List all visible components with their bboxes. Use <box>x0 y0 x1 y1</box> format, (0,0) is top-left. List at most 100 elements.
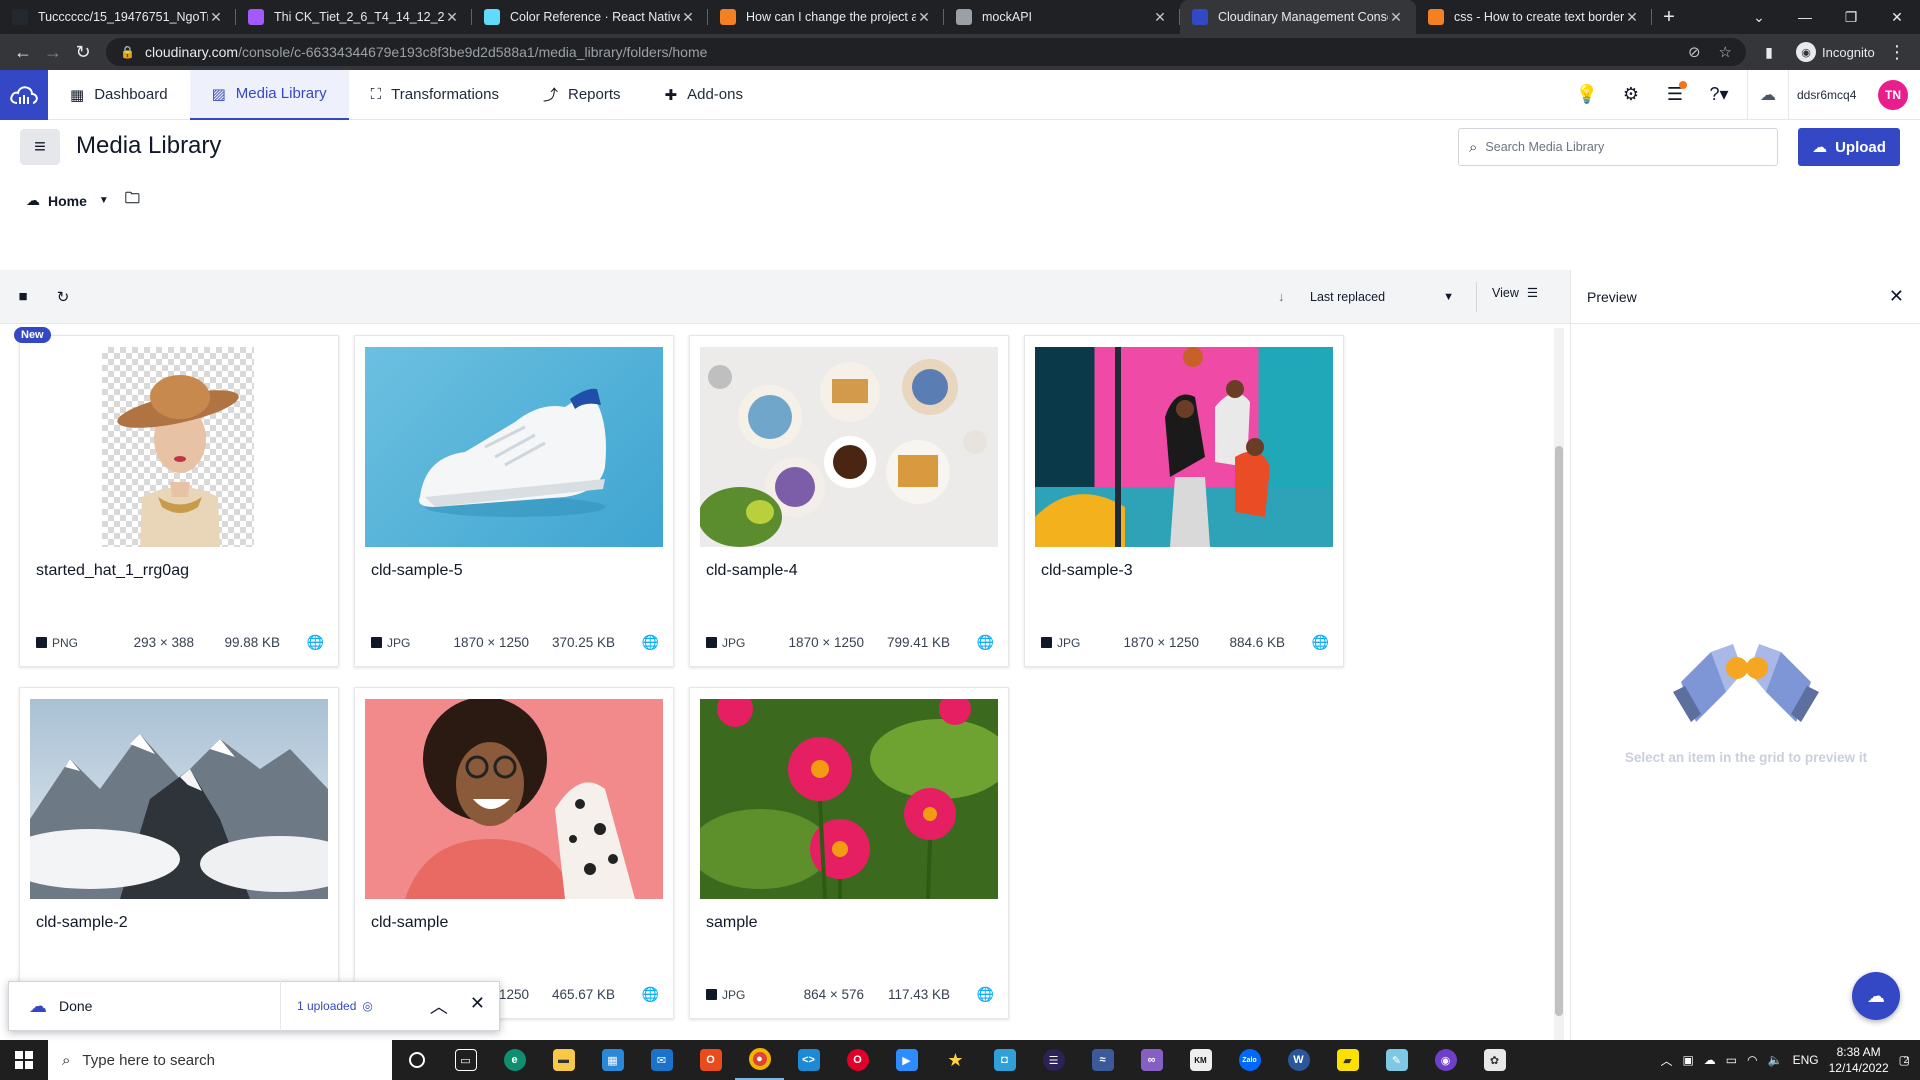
edge-icon[interactable]: e <box>490 1040 539 1080</box>
chevron-up-icon[interactable]: ︿ <box>430 993 448 1019</box>
opera-icon[interactable]: O <box>833 1040 882 1080</box>
cloudinary-logo[interactable] <box>0 69 48 120</box>
browser-tab[interactable]: Thi CK_Tiet_2_6_T4_14_12_22 – ✕ <box>236 0 472 34</box>
star-app-icon[interactable]: ★ <box>931 1040 980 1080</box>
browser-tab[interactable]: Tucccccc/15_19476751_NgoTruc ✕ <box>0 0 236 34</box>
task-view-icon[interactable]: ▭ <box>441 1040 490 1080</box>
minimize-button[interactable]: — <box>1782 9 1828 25</box>
hamburger-menu-button[interactable]: ≡ <box>20 129 60 165</box>
upload-button[interactable]: ☁ Upload <box>1798 128 1900 166</box>
asset-card[interactable]: started_hat_1_rrg0ag PNG 293 × 388 99.88 KB… <box>19 335 339 667</box>
search-input[interactable] <box>1485 140 1756 154</box>
uploaded-count-link[interactable]: 1 uploaded ◎ <box>281 999 373 1013</box>
browser-tab[interactable]: mockAPI ✕ <box>944 0 1180 34</box>
android-studio-icon[interactable]: ◘ <box>980 1040 1029 1080</box>
browser-tab[interactable]: Color Reference · React Native ✕ <box>472 0 708 34</box>
new-tab-button[interactable]: + <box>1652 0 1686 34</box>
sql-server-icon[interactable]: ≈ <box>1078 1040 1127 1080</box>
asset-card[interactable]: sample JPG 864 × 576 117.43 KB 🌐 <box>689 687 1009 1019</box>
visual-studio-icon[interactable]: ∞ <box>1127 1040 1176 1080</box>
speaker-icon[interactable]: 🔈 <box>1768 1053 1783 1067</box>
taskbar-search[interactable]: ⌕ <box>48 1040 392 1080</box>
view-toggle-button[interactable]: View ☰ <box>1492 285 1538 301</box>
cortana-icon[interactable] <box>392 1040 441 1080</box>
scrollbar-thumb[interactable] <box>1555 446 1563 1016</box>
github-desktop-icon[interactable]: ◉ <box>1421 1040 1470 1080</box>
nav-item-reports[interactable]: ⤴ Reports <box>521 70 643 120</box>
help-icon[interactable]: ?▾ <box>1697 84 1741 105</box>
browser-menu-icon[interactable]: ⋮ <box>1882 37 1912 67</box>
settings-gear-icon[interactable]: ⚙ <box>1609 84 1653 105</box>
asset-thumbnail[interactable] <box>30 699 328 899</box>
nav-item-dashboard[interactable]: ▦ Dashboard <box>48 70 190 120</box>
close-tab-icon[interactable]: ✕ <box>680 9 696 26</box>
user-avatar[interactable]: TN <box>1878 79 1908 110</box>
browser-tab[interactable]: Cloudinary Management Conso ✕ <box>1180 0 1416 34</box>
paint-icon[interactable]: ✿ <box>1470 1040 1519 1080</box>
close-tab-icon[interactable]: ✕ <box>916 9 932 26</box>
bookmark-star-icon[interactable]: ☆ <box>1719 43 1732 61</box>
notification-center-icon[interactable]: ▢ 2 <box>1899 1053 1910 1067</box>
sticky-notes-icon[interactable]: ▰ <box>1323 1040 1372 1080</box>
url-bar[interactable]: 🔒 cloudinary.com /console/c-66334344679e… <box>106 38 1746 66</box>
refresh-icon[interactable]: ↻ <box>46 288 80 306</box>
vscode-icon[interactable]: <> <box>784 1040 833 1080</box>
asset-card[interactable]: cld-sample-2JPG🌐 <box>19 687 339 1019</box>
network-adapter-icon[interactable]: ▣ <box>1682 1053 1693 1067</box>
asset-card[interactable]: cld-sample-3 JPG 1870 × 1250 884.6 KB 🌐 <box>1024 335 1344 667</box>
windows-start-button[interactable] <box>0 1040 48 1080</box>
word-icon[interactable]: W <box>1274 1040 1323 1080</box>
asset-thumbnail[interactable] <box>700 699 998 899</box>
lightbulb-icon[interactable]: 💡 <box>1565 84 1609 105</box>
folder-tree-icon[interactable]: ■ <box>6 288 40 305</box>
office-icon[interactable]: O <box>686 1040 735 1080</box>
nav-item-media-library[interactable]: ▨ Media Library <box>189 69 349 120</box>
new-folder-icon[interactable]: 🗀 <box>125 188 140 213</box>
breadcrumb-home[interactable]: Home <box>48 193 87 209</box>
asset-thumbnail[interactable] <box>365 347 663 547</box>
asset-thumbnail[interactable] <box>30 347 328 547</box>
zalo-icon[interactable]: Zalo <box>1225 1040 1274 1080</box>
nav-item-add-ons[interactable]: ✚ Add-ons <box>643 70 765 120</box>
cloud-account-switcher[interactable]: ☁ ddsr6mcq4 <box>1747 69 1872 120</box>
clock[interactable]: 8:38 AM 12/14/2022 <box>1829 1044 1889 1076</box>
unikey-icon[interactable]: KM <box>1176 1040 1225 1080</box>
taskbar-search-input[interactable] <box>82 1051 323 1069</box>
close-tab-icon[interactable]: ✕ <box>444 9 460 26</box>
asset-card[interactable]: cld-sample-5 JPG 1870 × 1250 370.25 KB 🌐 <box>354 335 674 667</box>
back-button[interactable]: ← <box>8 37 38 67</box>
close-icon[interactable]: ✕ <box>1889 286 1904 307</box>
browser-tab[interactable]: How can I change the project an ✕ <box>708 0 944 34</box>
notifications-stack-icon[interactable]: ☰ <box>1653 81 1697 105</box>
sort-select[interactable]: Last replaced ▼ <box>1300 282 1460 312</box>
chrome-icon[interactable]: ● <box>735 1040 784 1080</box>
close-tab-icon[interactable]: ✕ <box>1624 9 1640 26</box>
mail-icon[interactable]: ✉ <box>637 1040 686 1080</box>
browser-tab[interactable]: css - How to create text border ✕ <box>1416 0 1652 34</box>
language-indicator[interactable]: ENG <box>1793 1053 1819 1067</box>
grid-scrollbar[interactable] <box>1554 328 1564 1040</box>
sort-direction-icon[interactable]: ↓ <box>1278 289 1285 304</box>
eclipse-icon[interactable]: ☰ <box>1029 1040 1078 1080</box>
close-tab-icon[interactable]: ✕ <box>1388 9 1404 26</box>
wifi-icon[interactable]: ◠ <box>1747 1053 1757 1067</box>
file-explorer-icon[interactable]: ▬ <box>539 1040 588 1080</box>
zoom-icon[interactable]: ▶ <box>882 1040 931 1080</box>
asset-card[interactable]: cld-sample-4 JPG 1870 × 1250 799.41 KB 🌐 <box>689 335 1009 667</box>
upload-widget-button[interactable]: ☁ <box>1852 972 1900 1020</box>
notepad-icon[interactable]: ✎ <box>1372 1040 1421 1080</box>
nav-item-transformations[interactable]: ⛶ Transformations <box>349 70 521 120</box>
asset-card[interactable]: cld-sampleJPG1250465.67 KB🌐 <box>354 687 674 1019</box>
close-icon[interactable]: ✕ <box>470 993 485 1019</box>
tab-search-icon[interactable]: ⌄ <box>1736 9 1782 26</box>
forward-button[interactable]: → <box>38 37 68 67</box>
close-tab-icon[interactable]: ✕ <box>208 9 224 26</box>
restore-button[interactable]: ❐ <box>1828 9 1874 26</box>
store-icon[interactable]: ▦ <box>588 1040 637 1080</box>
chevron-up-icon[interactable]: ︿ <box>1660 1052 1672 1069</box>
reload-button[interactable]: ↻ <box>68 37 98 67</box>
battery-icon[interactable]: ▭ <box>1726 1053 1737 1067</box>
onedrive-cloud-icon[interactable]: ☁ <box>1704 1053 1716 1067</box>
close-tab-icon[interactable]: ✕ <box>1152 9 1168 26</box>
asset-thumbnail[interactable] <box>365 699 663 899</box>
